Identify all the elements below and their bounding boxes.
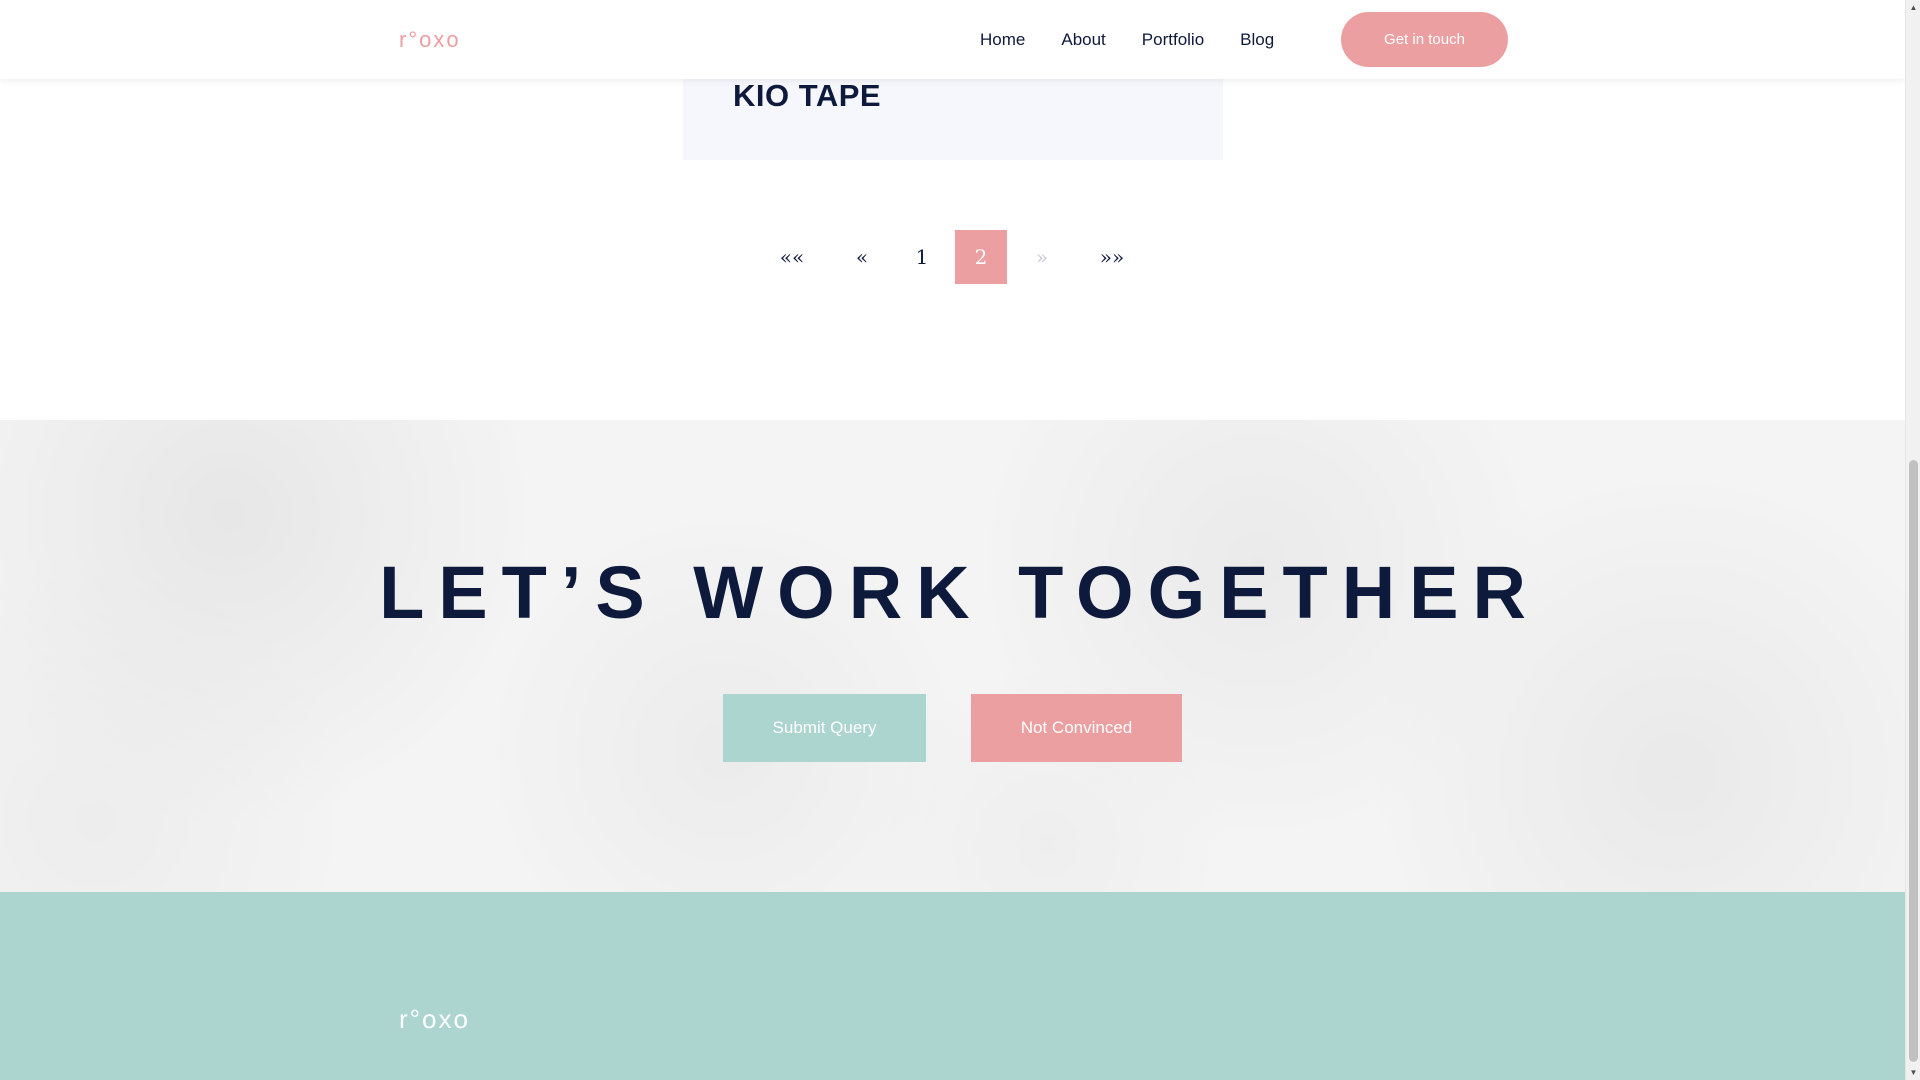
nav-about[interactable]: About: [1061, 30, 1105, 50]
pagination-last[interactable]: »»: [1090, 230, 1134, 284]
site-footer: r°oxo: [0, 892, 1905, 1080]
pagination: «« « 1 2 » »»: [0, 230, 1905, 284]
nav-home[interactable]: Home: [980, 30, 1025, 50]
logo-text: r°oxo: [399, 27, 461, 52]
scrollbar-thumb[interactable]: [1909, 460, 1918, 1062]
pagination-first[interactable]: ««: [770, 230, 814, 284]
portfolio-card-title[interactable]: KIO TAPE: [733, 78, 881, 114]
footer-logo[interactable]: r°oxo: [399, 1006, 470, 1032]
pagination-prev[interactable]: «: [840, 230, 884, 284]
nav-blog[interactable]: Blog: [1240, 30, 1274, 50]
not-convinced-button[interactable]: Not Convinced: [971, 694, 1182, 762]
site-header: r°oxo Home About Portfolio Blog Get in t…: [0, 0, 1905, 79]
pagination-page-2-current[interactable]: 2: [955, 230, 1007, 284]
submit-query-button[interactable]: Submit Query: [723, 694, 926, 762]
vertical-scrollbar[interactable]: ▲ ▼: [1905, 0, 1920, 1080]
triangle-up-icon[interactable]: ▲: [1906, 0, 1920, 15]
pagination-page-1[interactable]: 1: [900, 230, 944, 284]
cta-heading: LET’S WORK TOGETHER: [379, 551, 1540, 634]
main-nav: Home About Portfolio Blog: [980, 0, 1310, 79]
triangle-down-icon[interactable]: ▼: [1906, 1065, 1920, 1080]
cta-section: LET’S WORK TOGETHER Submit Query Not Con…: [0, 420, 1905, 892]
nav-portfolio[interactable]: Portfolio: [1142, 30, 1204, 50]
get-in-touch-button[interactable]: Get in touch: [1341, 12, 1508, 67]
page: r°oxo Home About Portfolio Blog Get in t…: [0, 0, 1905, 1080]
site-logo[interactable]: r°oxo: [399, 29, 461, 51]
pagination-next: »: [1035, 245, 1049, 269]
